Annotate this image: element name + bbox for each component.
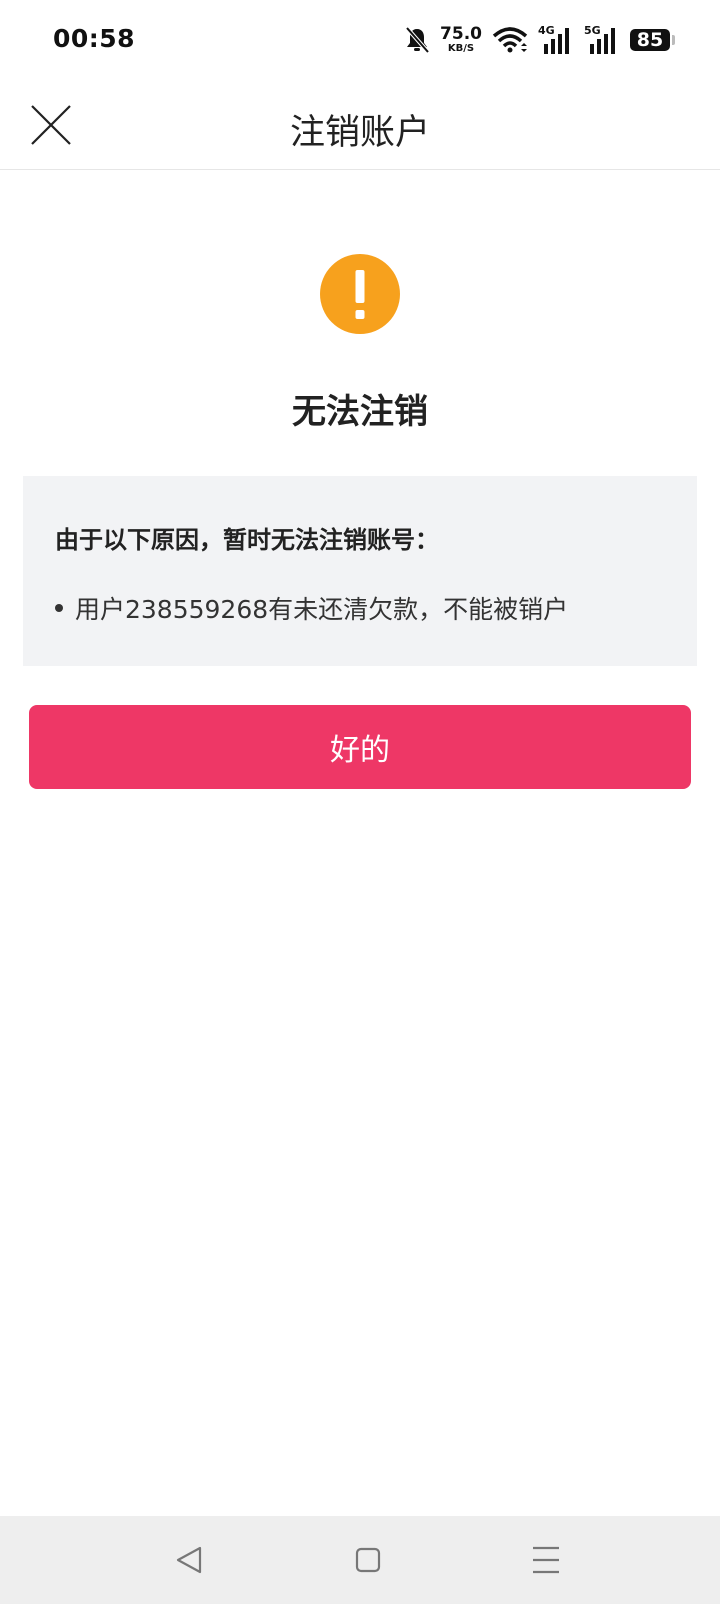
bullet-icon	[55, 604, 63, 612]
warning-icon	[320, 254, 400, 334]
network-speed: 75.0 KB/S	[440, 26, 482, 54]
signal-5g-icon: 5G	[584, 24, 620, 56]
system-back-button[interactable]	[168, 1538, 212, 1582]
status-time: 00:58	[53, 24, 136, 53]
page-header: 注销账户	[0, 82, 720, 170]
signal-4g-icon: 4G	[538, 24, 574, 56]
result-title: 无法注销	[292, 392, 428, 432]
network-speed-unit: KB/S	[447, 43, 475, 54]
status-icons: 75.0 KB/S 4G 5G 85	[404, 22, 675, 58]
status-bar: 00:58 75.0 KB/S 4G 5G 85	[0, 0, 720, 82]
system-nav-bar	[0, 1516, 720, 1604]
reason-panel: 由于以下原因，暂时无法注销账号： 用户238559268有未还清欠款，不能被销户	[23, 476, 697, 666]
system-menu-button[interactable]	[524, 1538, 568, 1582]
system-home-button[interactable]	[346, 1538, 390, 1582]
page-title: 注销账户	[289, 113, 430, 153]
bell-off-icon	[405, 26, 430, 54]
reason-text: 用户238559268有未还清欠款，不能被销户	[75, 595, 569, 624]
ok-button[interactable]: 好的	[29, 705, 691, 789]
wifi-icon	[492, 27, 528, 53]
home-icon	[355, 1547, 381, 1573]
battery-level: 85	[636, 29, 664, 51]
network-speed-value: 75.0	[440, 24, 482, 44]
reason-heading: 由于以下原因，暂时无法注销账号：	[55, 526, 439, 554]
back-icon	[176, 1546, 202, 1574]
reason-list-item: 用户238559268有未还清欠款，不能被销户	[55, 590, 568, 626]
menu-icon	[533, 1546, 559, 1574]
battery-icon: 85	[630, 29, 675, 51]
